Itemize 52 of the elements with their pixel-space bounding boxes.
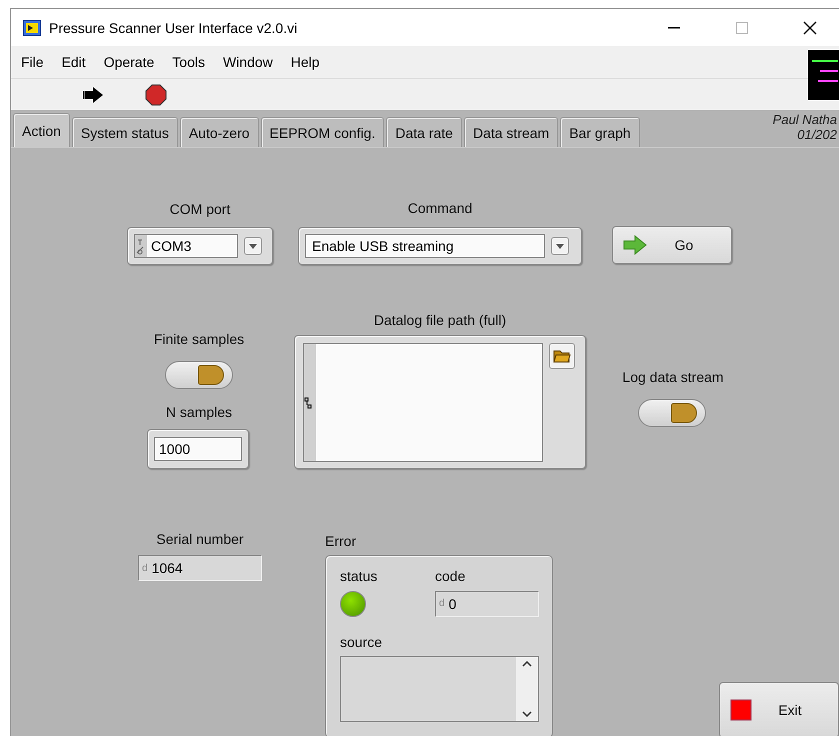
run-arrow-icon[interactable] [83,86,105,104]
menu-item[interactable]: Window [212,54,281,70]
app-icon [23,20,41,36]
stop-square-icon [730,699,752,721]
toggle-switch[interactable] [165,361,233,389]
tab[interactable]: Bar graph [560,117,640,147]
com-port-control[interactable]: COM3 [127,227,273,265]
author-date: 01/202 [797,127,837,142]
folder-icon[interactable] [549,343,575,369]
toggle-switch[interactable] [638,399,706,427]
dropdown-icon[interactable] [551,237,569,255]
tab[interactable]: EEPROM config. [260,117,384,147]
stop-icon[interactable] [145,84,167,106]
scrollbar[interactable] [516,657,538,722]
tab[interactable]: Auto-zero [180,117,259,147]
exit-button[interactable]: Exit [719,682,839,736]
command-label: Command [406,200,474,216]
status-label: status [340,568,378,586]
arrow-right-icon [623,235,647,255]
radix-label: d [142,562,148,574]
menu-item[interactable]: Edit [52,54,94,70]
scroll-down-icon[interactable] [522,711,532,718]
menu-item[interactable]: Tools [162,54,213,70]
n-samples-label: N samples [164,404,234,420]
command-control[interactable]: Enable USB streaming [298,227,582,265]
window-title: Pressure Scanner User Interface v2.0.vi [49,20,298,36]
code-label: code [435,568,466,586]
serial-number-field: d 1064 [138,555,262,581]
log-data-stream-label: Log data stream [621,369,725,385]
go-button[interactable]: Go [612,226,732,264]
author-name: Paul Natha [772,112,837,127]
tab[interactable]: Action [13,113,70,147]
vi-thumbnail-icon [808,50,839,100]
n-samples-field[interactable]: 1000 [147,429,249,469]
serial-number-label: Serial number [155,531,245,547]
finite-samples-label: Finite samples [152,331,246,347]
path-icon [304,396,312,408]
menu-item[interactable]: Operate [94,54,162,70]
error-label: Error [325,533,356,549]
tab[interactable]: System status [72,117,178,147]
io-icon [135,235,147,257]
dropdown-icon[interactable] [244,237,262,255]
com-port-label: COM port [168,201,232,217]
menu-item[interactable]: File [11,54,52,70]
source-label: source [340,634,384,652]
radix-label: d [439,598,445,610]
tab[interactable]: Data stream [464,117,558,147]
tab[interactable]: Data rate [386,117,462,147]
datalog-path-label: Datalog file path (full) [372,312,508,328]
code-field: d 0 [435,590,539,617]
scroll-up-icon[interactable] [522,661,532,668]
menu-item[interactable]: Help [280,54,328,70]
